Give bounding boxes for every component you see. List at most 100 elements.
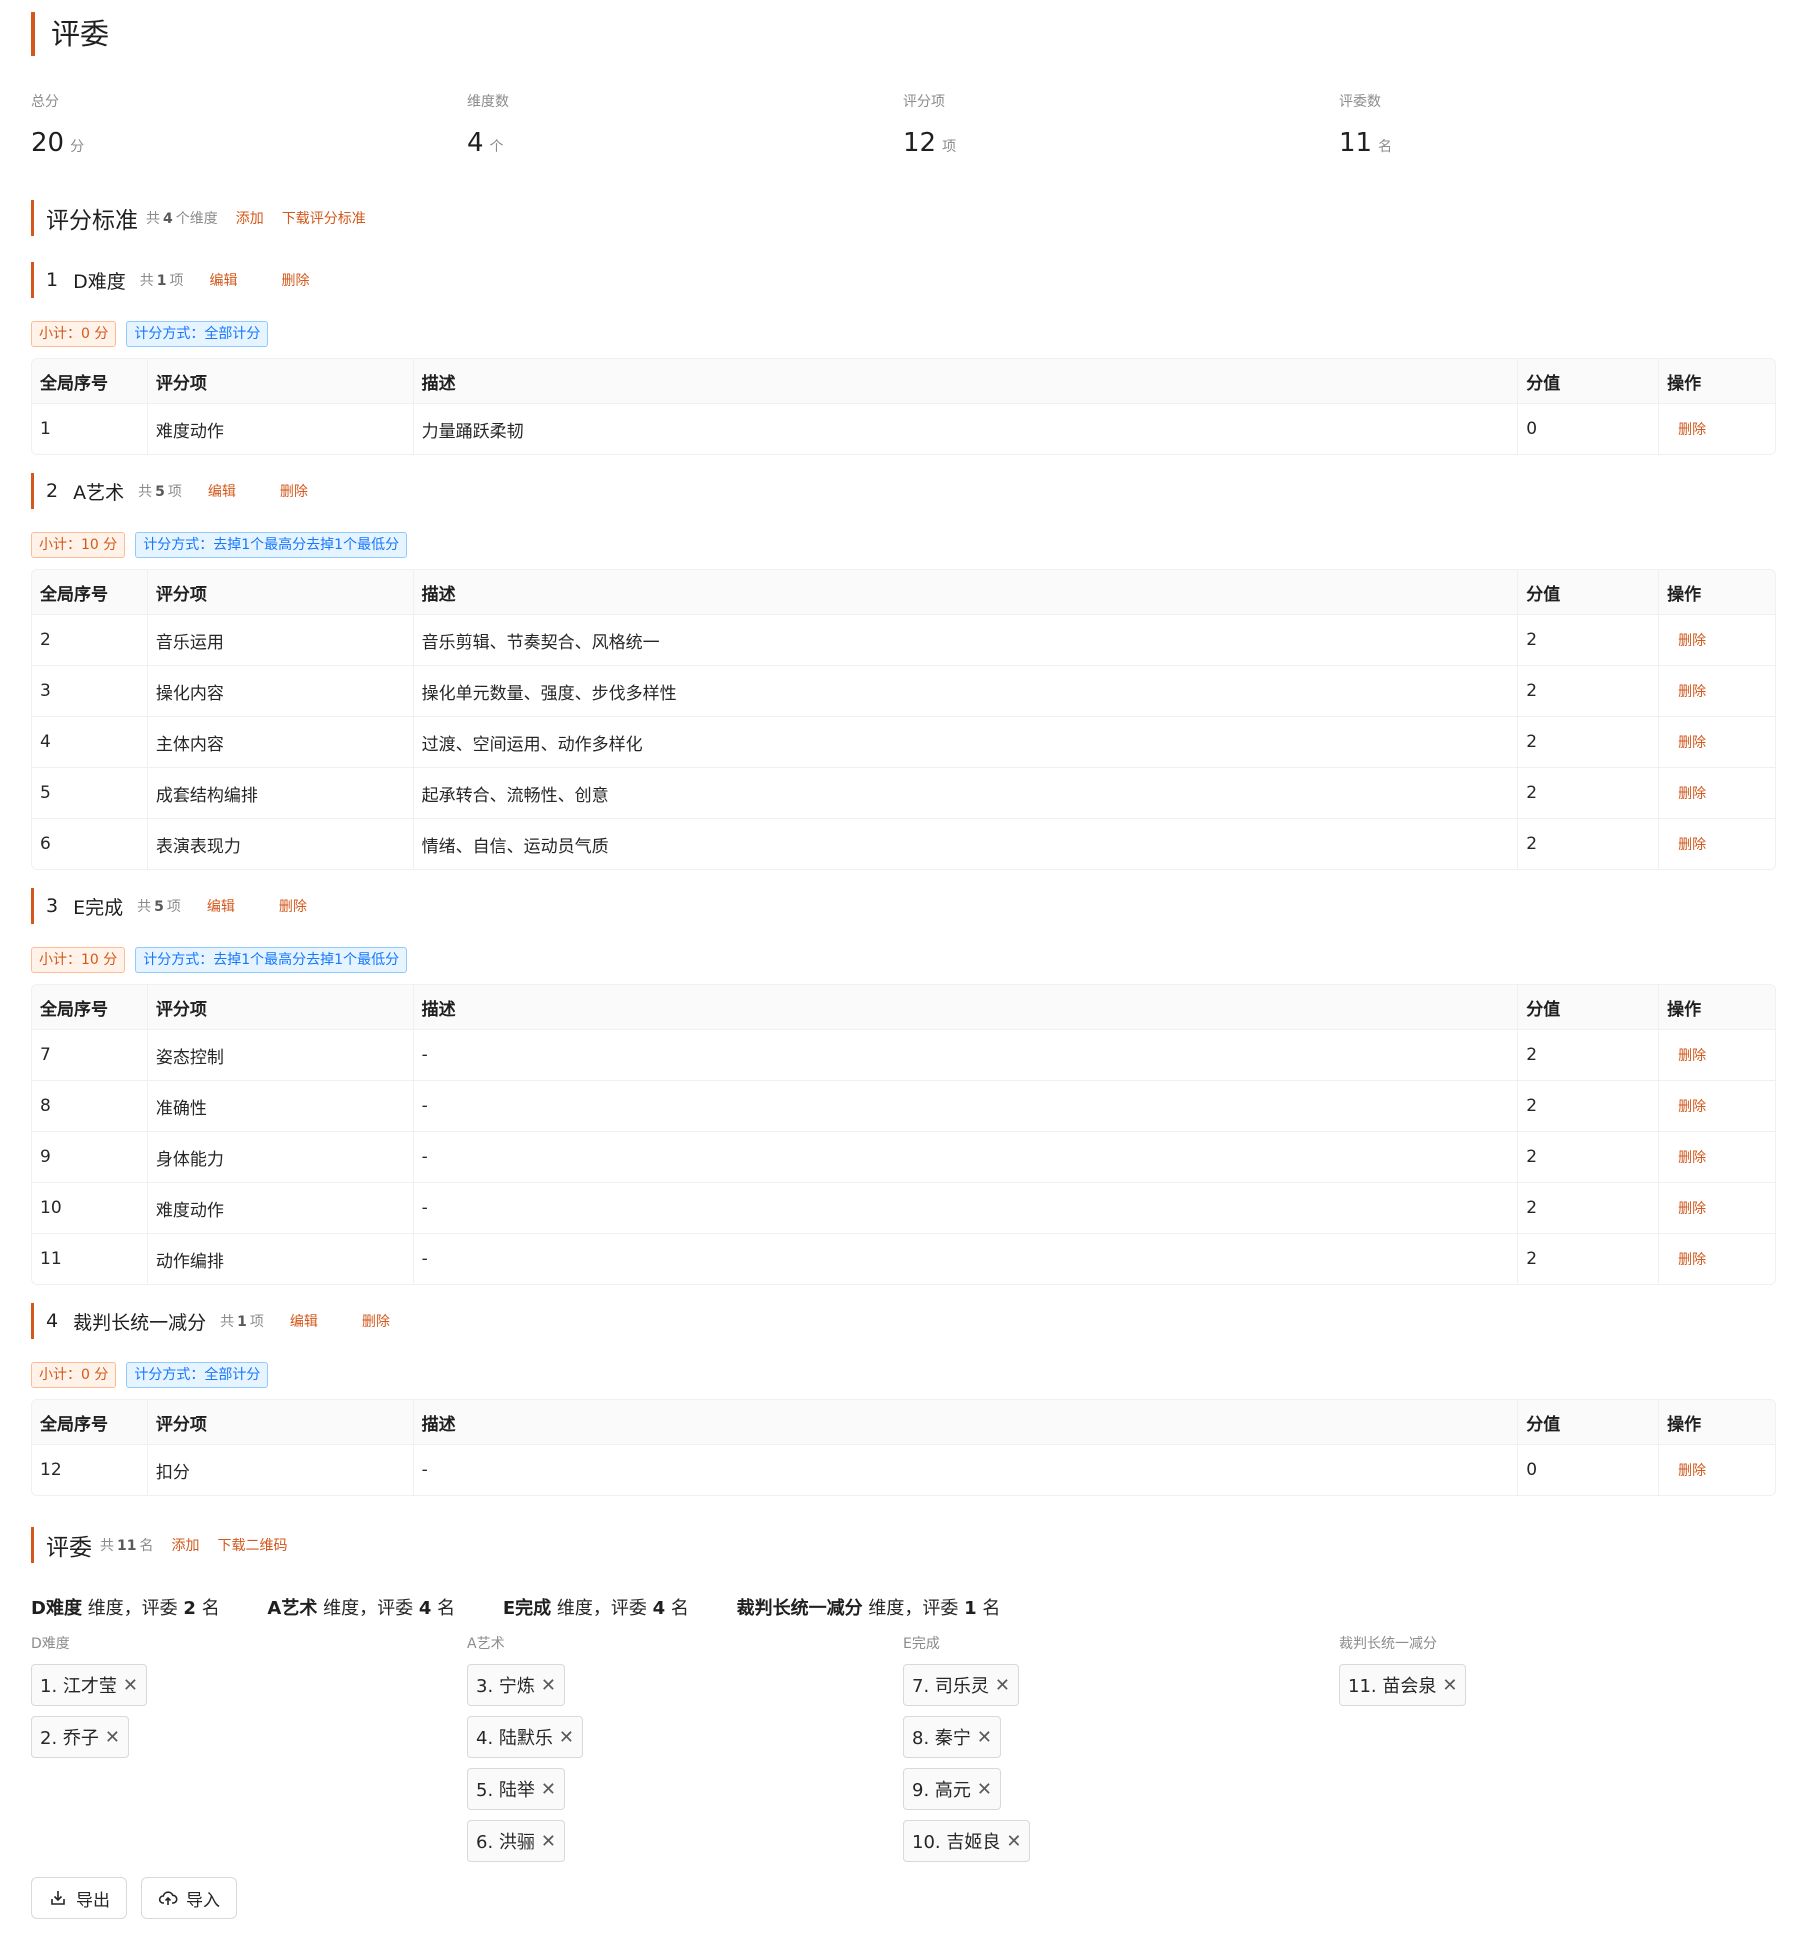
cell-action: 删除: [1659, 1234, 1775, 1284]
judge-name: 6. 洪骊: [476, 1832, 535, 1853]
close-icon[interactable]: ✕: [105, 1727, 120, 1748]
delete-item-link[interactable]: 删除: [1678, 732, 1706, 752]
close-icon[interactable]: ✕: [977, 1779, 992, 1800]
close-icon[interactable]: ✕: [1006, 1831, 1021, 1852]
table-row: 4 主体内容 过渡、空间运用、动作多样化 2 删除: [32, 716, 1775, 767]
judge-chip[interactable]: 4. 陆默乐 ✕: [467, 1716, 583, 1758]
edit-dimension-link[interactable]: 编辑: [207, 896, 235, 916]
cell-score: 2: [1518, 768, 1660, 818]
cell-action: 删除: [1659, 819, 1775, 869]
delete-item-link[interactable]: 删除: [1678, 1249, 1706, 1269]
page-title: 评委: [31, 12, 109, 56]
judge-chip[interactable]: 3. 宁炼 ✕: [467, 1664, 565, 1706]
delete-item-link[interactable]: 删除: [1678, 681, 1706, 701]
add-judge-link[interactable]: 添加: [171, 1535, 199, 1555]
dimension-name: D难度: [73, 270, 126, 293]
stat-unit: 分: [70, 139, 85, 155]
dimension-number: 1: [46, 269, 59, 291]
judge-name: 7. 司乐灵: [912, 1676, 989, 1697]
cell-desc: 音乐剪辑、节奏契合、风格统一: [414, 615, 1519, 665]
column-header: 分值: [1518, 570, 1660, 614]
judge-chip[interactable]: 6. 洪骊 ✕: [467, 1820, 565, 1862]
close-icon[interactable]: ✕: [541, 1675, 556, 1696]
export-label: 导出: [76, 1890, 110, 1911]
delete-item-link[interactable]: 删除: [1678, 1045, 1706, 1065]
import-button[interactable]: 导入: [141, 1877, 237, 1919]
judge-summary-item: 裁判长统一减分 维度，评委 1 名: [736, 1598, 1001, 1619]
edit-dimension-link[interactable]: 编辑: [209, 270, 237, 290]
judge-chip[interactable]: 8. 秦宁 ✕: [903, 1716, 1001, 1758]
judges-title: 评委: [46, 1535, 92, 1561]
cell-desc: -: [414, 1030, 1519, 1080]
judge-chip[interactable]: 5. 陆举 ✕: [467, 1768, 565, 1810]
edit-dimension-link[interactable]: 编辑: [208, 481, 236, 501]
download-criteria-link[interactable]: 下载评分标准: [282, 208, 366, 228]
dimension-item-count: 共1项: [220, 1314, 264, 1330]
table-header-row: 全局序号 评分项 描述 分值 操作: [32, 359, 1775, 403]
judge-name: 5. 陆举: [476, 1780, 535, 1801]
judge-name: 2. 乔子: [40, 1728, 99, 1749]
delete-dimension-link[interactable]: 删除: [362, 1311, 390, 1331]
criteria-table: 全局序号 评分项 描述 分值 操作 12 扣分 - 0 删除: [31, 1399, 1776, 1496]
cell-score: 2: [1518, 666, 1660, 716]
delete-item-link[interactable]: 删除: [1678, 1460, 1706, 1480]
delete-item-link[interactable]: 删除: [1678, 630, 1706, 650]
cell-item: 难度动作: [148, 404, 414, 454]
cell-index: 12: [32, 1445, 148, 1495]
close-icon[interactable]: ✕: [541, 1831, 556, 1852]
column-header: 操作: [1667, 999, 1702, 1020]
add-dimension-link[interactable]: 添加: [236, 208, 264, 228]
judge-summary-item: E完成 维度，评委 4 名: [502, 1598, 689, 1619]
delete-item-link[interactable]: 删除: [1678, 1147, 1706, 1167]
judge-chip[interactable]: 7. 司乐灵 ✕: [903, 1664, 1019, 1706]
column-header: 全局序号: [32, 1400, 148, 1444]
table-row: 8 准确性 - 2 删除: [32, 1080, 1775, 1131]
edit-dimension-link[interactable]: 编辑: [290, 1311, 318, 1331]
close-icon[interactable]: ✕: [1442, 1675, 1457, 1696]
cell-score: 2: [1518, 615, 1660, 665]
cell-action: 删除: [1659, 1183, 1775, 1233]
download-qrcode-link[interactable]: 下载二维码: [217, 1535, 287, 1555]
delete-item-link[interactable]: 删除: [1678, 1198, 1706, 1218]
judge-chip[interactable]: 9. 高元 ✕: [903, 1768, 1001, 1810]
close-icon[interactable]: ✕: [559, 1727, 574, 1748]
close-icon[interactable]: ✕: [123, 1675, 138, 1696]
cell-desc: 力量踊跃柔韧: [414, 404, 1519, 454]
cell-index: 1: [32, 404, 148, 454]
delete-item-link[interactable]: 删除: [1678, 834, 1706, 854]
delete-dimension-link[interactable]: 删除: [280, 481, 308, 501]
cell-score: 2: [1518, 1030, 1660, 1080]
close-icon[interactable]: ✕: [541, 1779, 556, 1800]
cell-score: 2: [1518, 1234, 1660, 1284]
criteria-count: 共 4 个维度: [146, 211, 218, 227]
table-row: 7 姿态控制 - 2 删除: [32, 1029, 1775, 1080]
delete-item-link[interactable]: 删除: [1678, 1096, 1706, 1116]
scoring-method-tag: 计分方式：全部计分: [126, 321, 269, 347]
column-header: 操作: [1667, 584, 1702, 605]
cell-action: 删除: [1659, 768, 1775, 818]
stats-bar: 总分 20 分 维度数 4个 评分项 12 项 评委数 11 名: [31, 92, 1776, 162]
cell-item: 准确性: [148, 1081, 414, 1131]
close-icon[interactable]: ✕: [977, 1727, 992, 1748]
judge-chip[interactable]: 11. 苗会泉 ✕: [1339, 1664, 1467, 1706]
export-button[interactable]: 导出: [31, 1877, 127, 1919]
cell-score: 2: [1518, 819, 1660, 869]
judge-name: 9. 高元: [912, 1780, 971, 1801]
cell-item: 扣分: [148, 1445, 414, 1495]
cell-action: 删除: [1659, 1132, 1775, 1182]
stat-total-score: 总分 20 分: [31, 92, 431, 164]
close-icon[interactable]: ✕: [995, 1675, 1010, 1696]
delete-dimension-link[interactable]: 删除: [279, 896, 307, 916]
dimension-item-count: 共5项: [137, 899, 181, 915]
column-header: 分值: [1518, 1400, 1660, 1444]
delete-item-link[interactable]: 删除: [1678, 419, 1706, 439]
judge-chip[interactable]: 2. 乔子 ✕: [31, 1716, 129, 1758]
judge-chip[interactable]: 10. 吉姬良 ✕: [903, 1820, 1031, 1862]
judge-column-label: 裁判长统一减分: [1339, 1636, 1437, 1652]
delete-item-link[interactable]: 删除: [1678, 783, 1706, 803]
delete-dimension-link[interactable]: 删除: [281, 270, 309, 290]
judge-column-label: D难度: [31, 1636, 70, 1652]
judge-chip[interactable]: 1. 江才莹 ✕: [31, 1664, 147, 1706]
dimension-heading: 3 E完成 共5项 编辑 删除: [31, 888, 307, 924]
column-header: 评分项: [148, 570, 414, 614]
